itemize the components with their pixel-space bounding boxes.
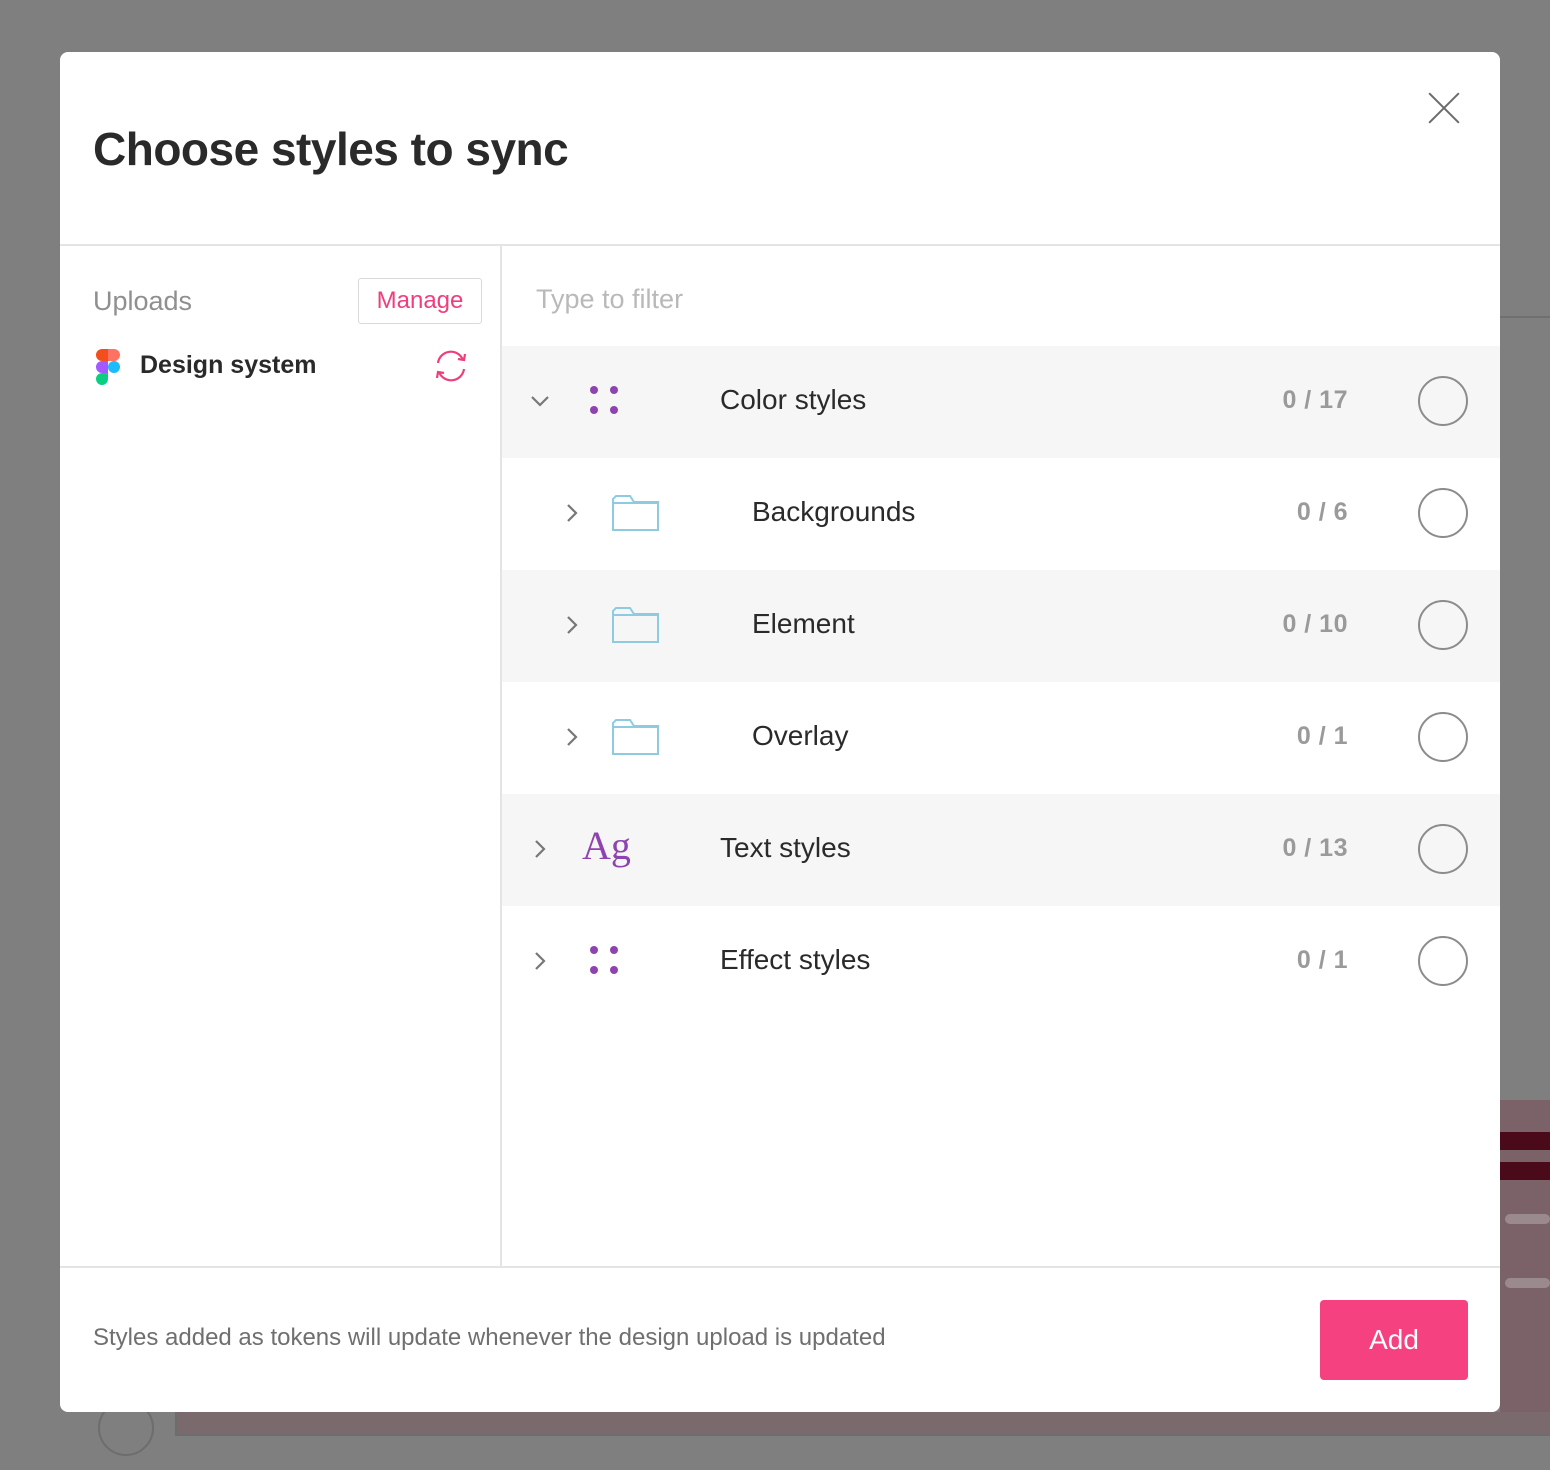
- chevron-right-icon[interactable]: [558, 611, 586, 639]
- folder-icon: [612, 607, 659, 643]
- tree-row-color-styles[interactable]: Color styles 0 / 17: [502, 346, 1500, 458]
- text-ag-icon: Ag: [582, 823, 631, 868]
- select-checkbox[interactable]: [1418, 824, 1468, 874]
- tree-row-count: 0 / 17: [1282, 386, 1348, 414]
- chevron-down-icon[interactable]: [526, 387, 554, 415]
- choose-styles-dialog: Choose styles to sync Uploads Manage Des…: [60, 52, 1500, 1412]
- color-dots-icon: [590, 386, 618, 414]
- uploads-label: Uploads: [93, 286, 193, 316]
- chevron-right-icon[interactable]: [558, 723, 586, 751]
- tree-row-backgrounds[interactable]: Backgrounds 0 / 6: [502, 458, 1500, 570]
- sync-icon[interactable]: [432, 349, 470, 383]
- background-bar: [1500, 1132, 1550, 1150]
- chevron-right-icon[interactable]: [558, 499, 586, 527]
- background-pill: [1505, 1214, 1550, 1224]
- header-divider: [60, 244, 1500, 246]
- upload-name: Design system: [140, 351, 317, 379]
- select-checkbox[interactable]: [1418, 488, 1468, 538]
- tree-row-label: Overlay: [752, 720, 849, 751]
- tree-row-count: 0 / 1: [1296, 722, 1348, 750]
- tree-row-count: 0 / 6: [1296, 498, 1348, 526]
- background-divider: [1500, 316, 1550, 318]
- footer-divider: [60, 1266, 1500, 1268]
- chevron-right-icon[interactable]: [526, 947, 554, 975]
- select-checkbox[interactable]: [1418, 936, 1468, 986]
- tree-row-label: Text styles: [720, 832, 851, 863]
- close-icon[interactable]: [1426, 90, 1462, 126]
- upload-item-design-system[interactable]: Design system: [96, 349, 476, 385]
- tree-row-count: 0 / 13: [1282, 834, 1348, 862]
- effect-dots-icon: [590, 946, 618, 974]
- folder-icon: [612, 495, 659, 531]
- manage-button[interactable]: Manage: [358, 278, 482, 324]
- tree-row-element[interactable]: Element 0 / 10: [502, 570, 1500, 682]
- select-checkbox[interactable]: [1418, 600, 1468, 650]
- background-strip: [175, 1412, 1550, 1436]
- tree-row-count: 0 / 1: [1296, 946, 1348, 974]
- background-pill: [1505, 1278, 1550, 1288]
- filter-input[interactable]: [534, 274, 1438, 324]
- dialog-title: Choose styles to sync: [93, 123, 569, 175]
- styles-tree: Color styles 0 / 17 Backgrounds 0 / 6 El…: [502, 346, 1500, 1018]
- tree-row-text-styles[interactable]: Ag Text styles 0 / 13: [502, 794, 1500, 906]
- tree-row-overlay[interactable]: Overlay 0 / 1: [502, 682, 1500, 794]
- tree-row-label: Effect styles: [720, 944, 871, 975]
- tree-row-effect-styles[interactable]: Effect styles 0 / 1: [502, 906, 1500, 1018]
- tree-row-count: 0 / 10: [1282, 610, 1348, 638]
- add-button[interactable]: Add: [1320, 1300, 1468, 1380]
- tree-row-label: Element: [752, 608, 855, 639]
- footer-note: Styles added as tokens will update whene…: [93, 1324, 886, 1351]
- select-all-checkbox[interactable]: [1418, 376, 1468, 426]
- select-checkbox[interactable]: [1418, 712, 1468, 762]
- background-bar: [1500, 1162, 1550, 1180]
- chevron-right-icon[interactable]: [526, 835, 554, 863]
- tree-row-label: Backgrounds: [752, 496, 916, 527]
- tree-row-label: Color styles: [720, 384, 867, 415]
- figma-logo-icon: [96, 349, 120, 385]
- folder-icon: [612, 719, 659, 755]
